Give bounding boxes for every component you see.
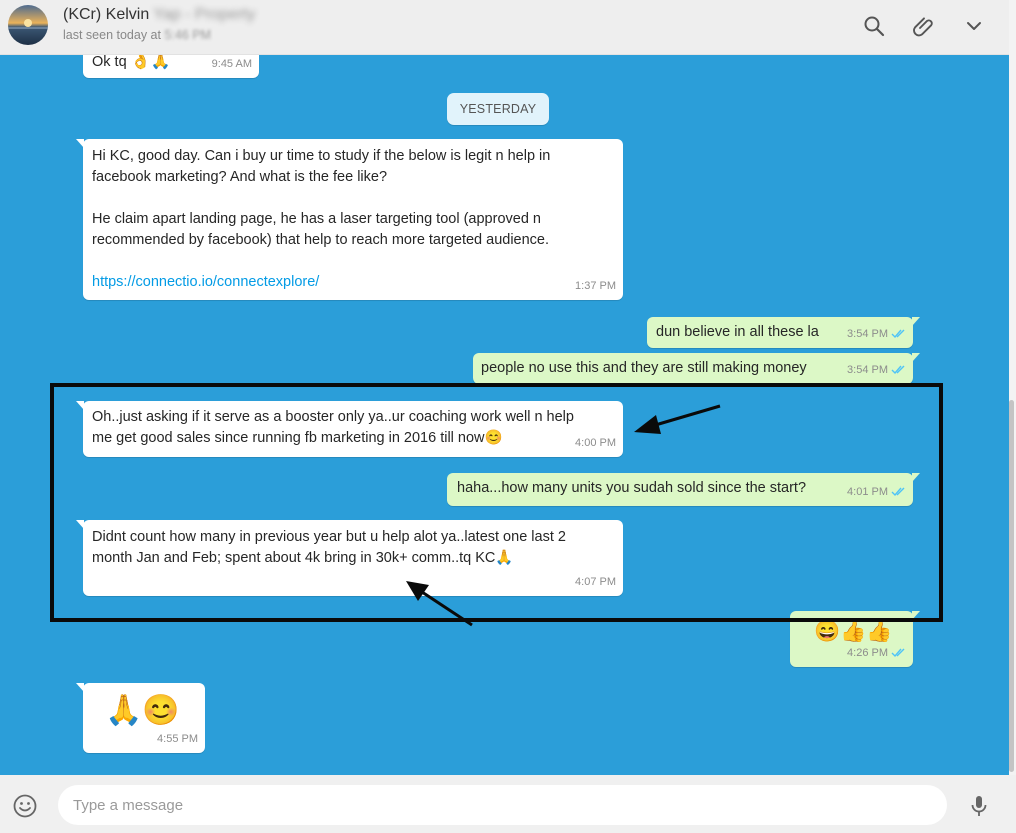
message-time: 4:55 PM bbox=[157, 733, 198, 745]
day-separator: YESTERDAY bbox=[447, 93, 549, 125]
contact-name[interactable]: (KCr) Kelvin Yap - Property bbox=[63, 6, 255, 24]
message-time: 1:37 PM bbox=[575, 280, 616, 292]
chat-header: (KCr) Kelvin Yap - Property last seen to… bbox=[0, 0, 1009, 55]
scrollbar-thumb[interactable] bbox=[1009, 400, 1014, 772]
read-receipt-icon bbox=[891, 365, 905, 375]
message-incoming[interactable]: Ok tq 👌🙏 9:45 AM bbox=[76, 55, 259, 78]
message-link[interactable]: https://connectio.io/connectexplore/ bbox=[92, 272, 550, 293]
message-time: 3:54 PM bbox=[847, 328, 888, 340]
message-text: facebook marketing? And what is the fee … bbox=[92, 169, 388, 185]
message-text: Hi KC, good day. Can i buy ur time to st… bbox=[92, 148, 551, 164]
message-text: people no use this and they are still ma… bbox=[481, 360, 807, 376]
message-time-group: 4:26 PM bbox=[847, 643, 906, 664]
microphone-icon[interactable] bbox=[966, 793, 992, 819]
message-time: 3:54 PM bbox=[847, 364, 888, 376]
last-seen-time: 5:46 PM bbox=[164, 28, 212, 42]
message-time-group: 3:54 PM bbox=[847, 360, 906, 381]
search-icon[interactable] bbox=[862, 14, 886, 38]
message-list[interactable]: Ok tq 👌🙏 9:45 AM YESTERDAY Hi KC, good d… bbox=[0, 55, 1009, 775]
message-incoming[interactable]: 🙏😊 4:55 PM bbox=[76, 683, 205, 753]
message-outgoing[interactable]: dun believe in all these la 3:54 PM bbox=[647, 317, 920, 348]
message-text: Ok tq bbox=[92, 55, 127, 70]
message-text: recommended by facebook) that help to re… bbox=[92, 232, 550, 248]
composer-bar bbox=[0, 775, 1016, 833]
message-time: 4:26 PM bbox=[847, 647, 888, 659]
highlight-box bbox=[50, 383, 943, 622]
message-emoji: 😄👍👍 bbox=[814, 620, 893, 643]
message-outgoing[interactable]: people no use this and they are still ma… bbox=[473, 353, 920, 384]
read-receipt-icon bbox=[891, 648, 905, 658]
message-text: He claim apart landing page, he has a la… bbox=[92, 211, 541, 227]
message-text: dun believe in all these la bbox=[656, 324, 819, 340]
message-incoming[interactable]: Hi KC, good day. Can i buy ur time to st… bbox=[76, 139, 623, 300]
contact-avatar[interactable] bbox=[8, 5, 48, 45]
emoji-icon[interactable] bbox=[12, 793, 38, 819]
attach-icon[interactable] bbox=[912, 14, 936, 38]
chevron-down-icon[interactable] bbox=[962, 14, 986, 38]
contact-name-obscured: Yap - Property bbox=[153, 6, 256, 23]
last-seen-status: last seen today at 5:46 PM bbox=[63, 28, 211, 42]
message-input[interactable] bbox=[58, 785, 947, 825]
contact-name-text: (KCr) Kelvin bbox=[63, 6, 150, 23]
last-seen-label: last seen today at bbox=[63, 28, 161, 42]
message-emoji: 👌🙏 bbox=[130, 55, 171, 70]
read-receipt-icon bbox=[891, 329, 905, 339]
message-time: 9:45 AM bbox=[211, 58, 252, 70]
message-time-group: 3:54 PM bbox=[847, 324, 906, 345]
message-emoji: 🙏😊 bbox=[105, 694, 180, 727]
